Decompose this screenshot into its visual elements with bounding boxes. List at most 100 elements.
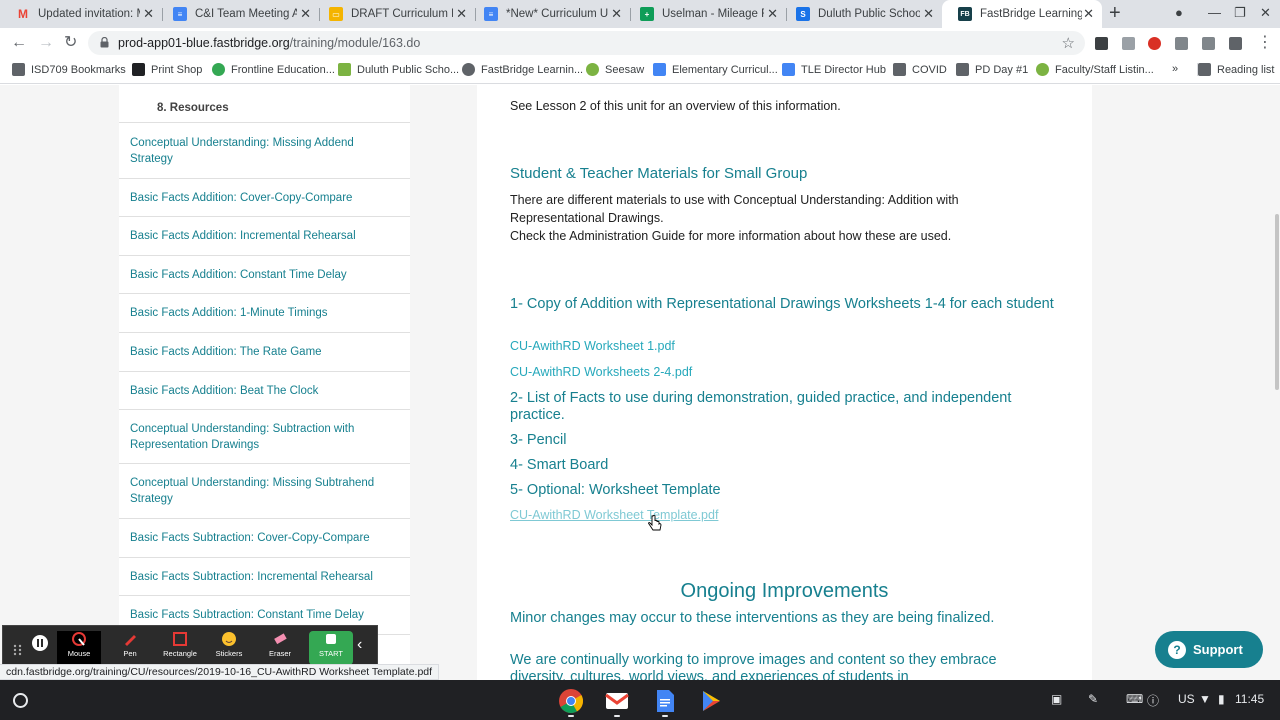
reload-icon[interactable]: ↻: [64, 33, 77, 53]
frontline-icon: [212, 63, 225, 76]
tab-slides[interactable]: ▭ DRAFT Curriculum Rev ✕: [313, 0, 475, 28]
start-button[interactable]: START: [309, 631, 353, 665]
tab-title: Uselman - Mileage Rei: [662, 8, 764, 20]
close-icon[interactable]: ✕: [767, 7, 778, 21]
tab-docs-2[interactable]: ≡ *New* Curriculum Unit ✕: [468, 0, 630, 28]
close-icon[interactable]: ✕: [143, 7, 154, 21]
chromeos-shelf: ▣ ✎ ⌨ ⓘ US ▼ ▮ 11:45: [0, 680, 1280, 720]
battery-icon[interactable]: ▮: [1218, 692, 1225, 706]
material-item-2: 2- List of Facts to use during demonstra…: [510, 390, 1012, 423]
bookmark-item[interactable]: TLE Director Hub: [782, 63, 886, 76]
puzzle-icon[interactable]: [1229, 37, 1242, 50]
close-icon[interactable]: ✕: [456, 7, 467, 21]
stylus-icon[interactable]: ✎: [1088, 692, 1098, 706]
screenshot-icon[interactable]: ▣: [1051, 692, 1062, 706]
mouse-tool[interactable]: Mouse: [57, 631, 101, 665]
menu-icon[interactable]: ⋮: [1257, 33, 1273, 53]
bookmark-item[interactable]: Elementary Curricul...: [653, 63, 778, 76]
rectangle-icon: [173, 632, 187, 646]
address-bar[interactable]: prod-app01-blue.fastbridge.org/training/…: [88, 31, 1085, 55]
chrome-icon[interactable]: [558, 688, 584, 714]
pen-tool[interactable]: Pen: [108, 631, 152, 665]
sidebar-item[interactable]: Basic Facts Addition: 1-Minute Timings: [119, 294, 410, 333]
tab-sheets[interactable]: + Uselman - Mileage Rei ✕: [624, 0, 786, 28]
tab-fastbridge[interactable]: FB FastBridge Learning - ✕: [942, 0, 1102, 28]
support-button[interactable]: ? Support: [1155, 631, 1263, 668]
sidebar-item[interactable]: Basic Facts Addition: The Rate Game: [119, 333, 410, 372]
drag-handle-icon[interactable]: [13, 644, 23, 656]
extension-icon[interactable]: [1202, 37, 1215, 50]
new-tab-button[interactable]: +: [1109, 3, 1121, 23]
extension-icon[interactable]: [1148, 37, 1161, 50]
sidebar-item[interactable]: Basic Facts Addition: Incremental Rehear…: [119, 217, 410, 256]
sidebar-item[interactable]: Basic Facts Addition: Cover-Copy-Compare: [119, 179, 410, 217]
more-bookmarks-button[interactable]: »: [1172, 63, 1178, 75]
close-icon[interactable]: ✕: [923, 7, 934, 21]
bookmark-item[interactable]: PD Day #1: [956, 63, 1028, 76]
profile-icon[interactable]: ●: [1175, 5, 1183, 20]
bookmark-item[interactable]: Faculty/Staff Listin...: [1036, 63, 1154, 76]
eraser-tool[interactable]: Eraser: [258, 631, 302, 665]
docs-icon: ≡: [484, 7, 498, 21]
close-window-icon[interactable]: ✕: [1260, 5, 1271, 21]
improvements-paragraph: We are continually working to improve im…: [510, 652, 997, 680]
rectangle-tool[interactable]: Rectangle: [158, 631, 202, 665]
tab-title: *New* Curriculum Unit: [506, 8, 608, 20]
forward-icon[interactable]: →: [38, 33, 54, 53]
worksheet-template-link[interactable]: CU-AwithRD Worksheet Template.pdf: [510, 508, 718, 522]
keyboard-locale[interactable]: US: [1178, 692, 1195, 706]
hand-cursor-icon: [648, 515, 662, 531]
minimize-icon[interactable]: —: [1208, 5, 1221, 20]
sidebar-item[interactable]: Basic Facts Subtraction: Incremental Reh…: [119, 558, 410, 596]
tab-duluth[interactable]: S Duluth Public Schools ✕: [780, 0, 942, 28]
sidebar-item[interactable]: Basic Facts Subtraction: Cover-Copy-Comp…: [119, 519, 410, 558]
clock[interactable]: 11:45: [1235, 692, 1264, 706]
gmail-icon[interactable]: [604, 688, 630, 714]
sheets-icon: +: [640, 7, 654, 21]
close-icon[interactable]: ✕: [1083, 7, 1094, 21]
bookmark-item[interactable]: Frontline Education...: [212, 63, 335, 76]
folder-icon: [12, 63, 25, 76]
tab-gmail[interactable]: M Updated invitation: Mo ✕: [0, 0, 162, 28]
smiley-icon: [222, 632, 236, 646]
worksheets-2-4-link[interactable]: CU-AwithRD Worksheets 2-4.pdf: [510, 365, 692, 379]
extension-icon[interactable]: [1122, 37, 1135, 50]
fastbridge-icon: FB: [958, 7, 972, 21]
tab-title: FastBridge Learning -: [980, 8, 1082, 20]
bookmark-star-icon[interactable]: ☆: [1062, 34, 1075, 52]
bookmark-item[interactable]: FastBridge Learnin...: [462, 63, 583, 76]
bookmark-item[interactable]: Print Shop: [132, 63, 202, 76]
lesson-content: See Lesson 2 of this unit for an overvie…: [477, 85, 1092, 680]
tab-docs-1[interactable]: ≡ C&I Team Meeting Age ✕: [157, 0, 319, 28]
wifi-icon[interactable]: ▼: [1199, 692, 1211, 706]
launcher-icon[interactable]: [13, 693, 28, 708]
bookmark-item[interactable]: ISD709 Bookmarks: [12, 63, 126, 76]
seesaw-icon: [586, 63, 599, 76]
stickers-tool[interactable]: Stickers: [207, 631, 251, 665]
print-icon: [132, 63, 145, 76]
sidebar-item[interactable]: Conceptual Understanding: Subtraction wi…: [119, 410, 410, 464]
scrollbar-thumb[interactable]: [1275, 214, 1279, 390]
pause-icon[interactable]: [31, 634, 49, 652]
keyboard-icon[interactable]: ⌨: [1126, 692, 1143, 706]
maximize-icon[interactable]: ❐: [1234, 5, 1246, 21]
close-icon[interactable]: ✕: [300, 7, 311, 21]
sidebar-item[interactable]: Conceptual Understanding: Missing Addend…: [119, 123, 410, 179]
extension-icon[interactable]: [1095, 37, 1108, 50]
extension-icon[interactable]: [1175, 37, 1188, 50]
bookmark-item[interactable]: Seesaw: [586, 63, 644, 76]
sidebar-heading[interactable]: 8. Resources: [119, 85, 410, 123]
bookmark-item[interactable]: Duluth Public Scho...: [338, 63, 459, 76]
sidebar-item[interactable]: Basic Facts Addition: Beat The Clock: [119, 372, 410, 410]
sidebar-item[interactable]: Basic Facts Addition: Constant Time Dela…: [119, 256, 410, 294]
play-store-icon[interactable]: [698, 688, 724, 714]
sidebar-item[interactable]: Conceptual Understanding: Missing Subtra…: [119, 464, 410, 519]
worksheet-1-link[interactable]: CU-AwithRD Worksheet 1.pdf: [510, 339, 675, 353]
reading-list-button[interactable]: Reading list: [1197, 63, 1274, 76]
close-icon[interactable]: ✕: [611, 7, 622, 21]
bookmark-item[interactable]: COVID: [893, 63, 947, 76]
collapse-icon[interactable]: ‹: [357, 636, 362, 654]
back-icon[interactable]: ←: [11, 33, 27, 53]
notification-icon[interactable]: ⓘ: [1147, 692, 1159, 709]
google-docs-icon[interactable]: [652, 688, 678, 714]
